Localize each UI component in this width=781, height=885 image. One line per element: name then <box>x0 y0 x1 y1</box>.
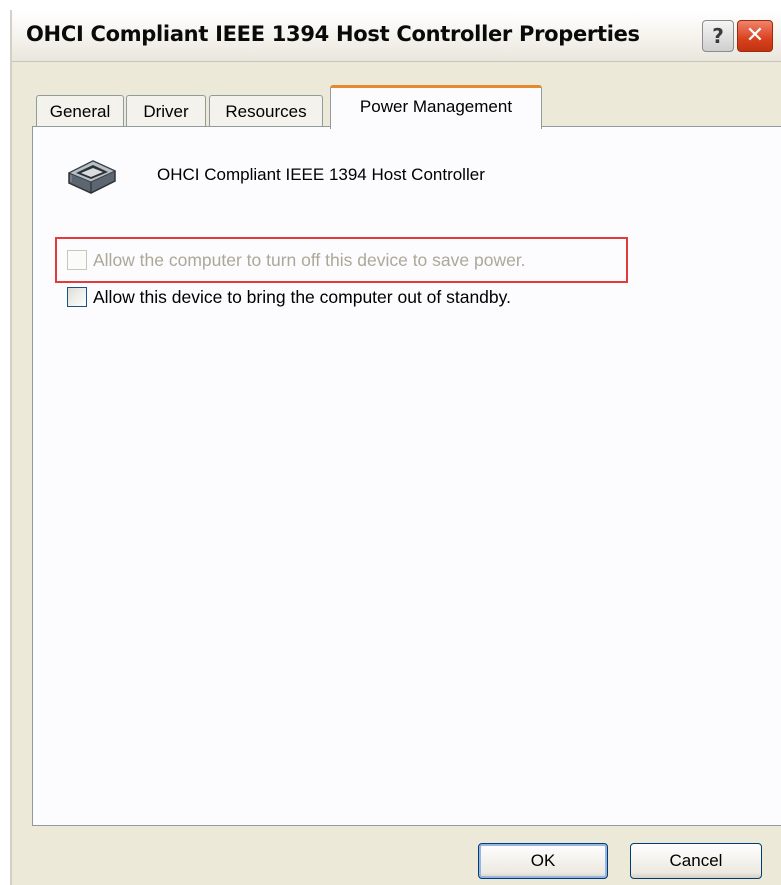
help-button[interactable]: ? <box>702 20 734 52</box>
dialog-title: OHCI Compliant IEEE 1394 Host Controller… <box>26 22 640 46</box>
title-bar[interactable]: OHCI Compliant IEEE 1394 Host Controller… <box>12 10 781 62</box>
tab-driver[interactable]: Driver <box>126 95 206 128</box>
1394-port-icon <box>63 151 121 199</box>
wake-from-standby-label: Allow this device to bring the computer … <box>93 287 511 307</box>
tab-general[interactable]: General <box>36 95 124 128</box>
tab-strip: General Driver Resources Power Managemen… <box>12 85 781 129</box>
properties-dialog: OHCI Compliant IEEE 1394 Host Controller… <box>10 10 781 885</box>
tab-power-management[interactable]: Power Management <box>330 85 542 129</box>
close-button[interactable]: ✕ <box>737 20 773 52</box>
allow-turn-off-label: Allow the computer to turn off this devi… <box>93 250 526 270</box>
ok-button[interactable]: OK <box>478 843 608 879</box>
power-management-panel: OHCI Compliant IEEE 1394 Host Controller… <box>32 126 781 826</box>
device-name: OHCI Compliant IEEE 1394 Host Controller <box>157 165 485 184</box>
tab-resources[interactable]: Resources <box>209 95 323 128</box>
cancel-button[interactable]: Cancel <box>630 843 762 879</box>
wake-from-standby-checkbox[interactable] <box>67 287 87 307</box>
allow-turn-off-checkbox[interactable] <box>67 250 87 270</box>
